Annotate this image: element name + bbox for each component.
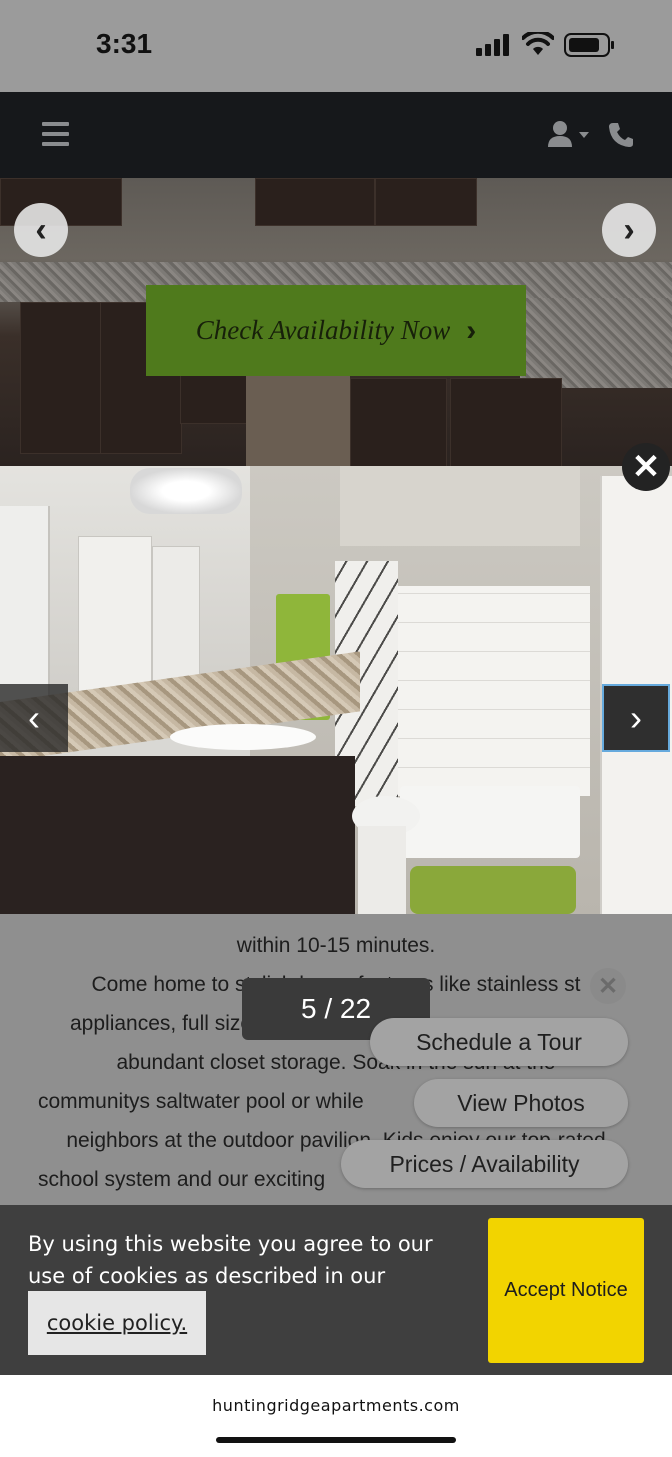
status-time: 3:31 xyxy=(96,28,153,59)
quick-actions-close-button[interactable]: ✕ xyxy=(590,968,626,1004)
chevron-right-icon: › xyxy=(466,313,477,347)
lightbox-next-button[interactable]: › xyxy=(602,684,670,752)
browser-url[interactable]: huntingridgeapartments.com xyxy=(0,1396,672,1415)
description-line: within 10-15 minutes. xyxy=(236,934,436,957)
battery-icon xyxy=(564,33,614,57)
phone-icon[interactable] xyxy=(608,122,634,148)
accept-notice-button[interactable]: Accept Notice xyxy=(488,1218,644,1363)
wifi-icon xyxy=(522,32,554,55)
lightbox-prev-button[interactable]: ‹ xyxy=(0,684,68,752)
close-icon: ✕ xyxy=(631,448,661,486)
chevron-right-icon: › xyxy=(623,210,635,249)
lightbox-close-button[interactable]: ✕ xyxy=(622,443,670,491)
signal-icon xyxy=(476,34,509,56)
lightbox-photo xyxy=(0,466,672,914)
menu-icon[interactable] xyxy=(42,122,69,146)
check-availability-label: Check Availability Now xyxy=(195,315,451,345)
schedule-tour-button[interactable]: Schedule a Tour xyxy=(370,1018,628,1066)
view-photos-button[interactable]: View Photos xyxy=(414,1079,628,1127)
chevron-right-icon: › xyxy=(630,697,642,738)
cookie-policy-link[interactable]: cookie policy. xyxy=(28,1291,206,1355)
prices-availability-button[interactable]: Prices / Availability xyxy=(341,1140,628,1188)
chevron-left-icon: ‹ xyxy=(28,697,40,738)
browser-url-bar xyxy=(0,1375,672,1457)
close-icon: ✕ xyxy=(597,972,619,1000)
check-availability-button[interactable]: Check Availability Now › xyxy=(146,285,526,376)
home-indicator[interactable] xyxy=(216,1437,456,1443)
user-account-icon[interactable] xyxy=(548,120,592,148)
hero-next-button[interactable]: › xyxy=(602,203,656,257)
chevron-left-icon: ‹ xyxy=(35,210,47,249)
hero-prev-button[interactable]: ‹ xyxy=(14,203,68,257)
cookie-message: By using this website you agree to our u… xyxy=(28,1232,433,1288)
